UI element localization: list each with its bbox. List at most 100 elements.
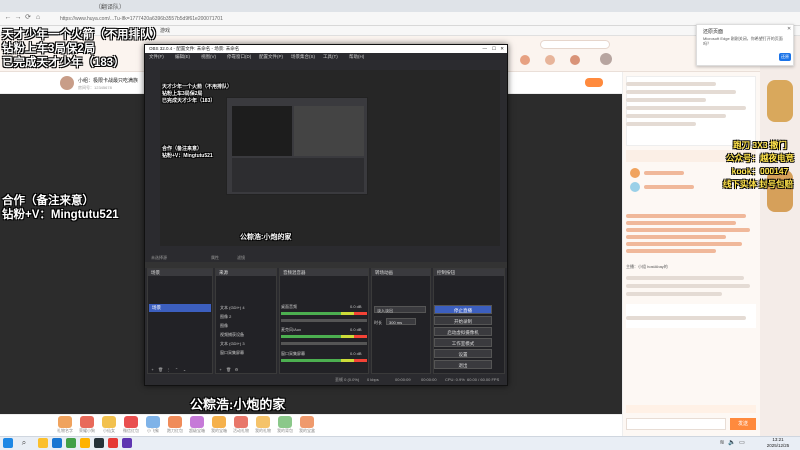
restore-button[interactable]: 还原 xyxy=(779,53,791,61)
add-scene-icon[interactable]: + xyxy=(150,367,155,372)
menu-file[interactable]: 文件(F) xyxy=(149,53,164,61)
gift-icon[interactable] xyxy=(102,416,116,428)
duration-input[interactable]: 300 ms xyxy=(386,318,416,325)
obs-title: OBS 32.0.4 - 配置文件: 未命名 - 场景: 未命名 xyxy=(149,46,240,51)
wechat-icon[interactable] xyxy=(66,438,76,448)
minimize-icon[interactable]: — xyxy=(483,45,488,53)
refresh-icon[interactable]: ⟳ xyxy=(24,14,32,22)
user-avatar[interactable] xyxy=(630,182,640,192)
app-icon[interactable] xyxy=(108,438,118,448)
start-recording-button[interactable]: 开始录制 xyxy=(434,316,492,325)
gift-label: 我的礼物 xyxy=(255,428,271,433)
menu-docks[interactable]: 停靠窗口(D) xyxy=(227,53,251,61)
tab-title[interactable]: （翻译队） xyxy=(95,2,125,11)
menu-tools[interactable]: 工具(T) xyxy=(323,53,338,61)
source-settings-icon[interactable]: ⚙ xyxy=(234,367,239,372)
start-icon[interactable] xyxy=(3,438,13,448)
source-item[interactable]: 图像 2 xyxy=(220,313,274,320)
scene-menu-icon[interactable]: ⋮ xyxy=(166,367,171,372)
gift-icon[interactable] xyxy=(124,416,138,428)
overlay-line-2: 钻粉上车3局保2局 xyxy=(2,43,96,55)
gift-label: 我的背包 xyxy=(277,428,293,433)
streamer-avatar[interactable] xyxy=(60,76,74,90)
gift-icon[interactable] xyxy=(190,416,204,428)
chat-line xyxy=(626,114,726,118)
live-time: 00:00:09 xyxy=(395,377,411,382)
source-item[interactable]: 文本 (GDI+) 3 xyxy=(220,340,274,347)
url-field[interactable]: https://www.huya.com/...Tu-Ifk=1777420a6… xyxy=(60,15,420,23)
volume-slider[interactable] xyxy=(281,319,367,322)
preview-overlay-line-2: 钻粉上车3局保2局 xyxy=(162,91,203,97)
scene-item[interactable]: 场景 xyxy=(149,304,211,312)
preview-overlay-coop-2: 钻粉+V：Mingtutu521 xyxy=(162,153,213,159)
home-icon[interactable]: ⌂ xyxy=(34,14,42,22)
menu-edit[interactable]: 编辑(E) xyxy=(175,53,190,61)
site-search-input[interactable] xyxy=(540,40,610,49)
close-icon[interactable]: ✕ xyxy=(500,45,504,53)
gift-icon[interactable] xyxy=(300,416,314,428)
back-icon[interactable]: ← xyxy=(4,14,12,22)
close-notification-icon[interactable]: ✕ xyxy=(787,26,791,32)
obs-icon[interactable] xyxy=(94,438,104,448)
user-avatar[interactable] xyxy=(600,53,612,65)
room-id: 房间号：12345678 xyxy=(78,85,112,90)
search-icon[interactable]: ⌕ xyxy=(14,438,34,448)
menu-help[interactable]: 帮助(H) xyxy=(349,53,364,61)
battery-icon[interactable]: ▭ xyxy=(738,439,746,447)
gift-label: 小飞象 xyxy=(147,428,159,433)
chat-line xyxy=(626,228,750,232)
menu-scene-collection[interactable]: 场景集合(S) xyxy=(291,53,315,61)
chat-input[interactable] xyxy=(626,418,726,430)
gift-icon[interactable] xyxy=(146,416,160,428)
virtual-camera-button[interactable]: 启动虚拟摄像机 xyxy=(434,327,492,336)
volume-slider[interactable] xyxy=(281,342,367,345)
add-source-icon[interactable]: + xyxy=(218,367,223,372)
menu-profile[interactable]: 配置文件(P) xyxy=(259,53,283,61)
gift-icon[interactable] xyxy=(256,416,270,428)
cartoon-figure-image xyxy=(767,80,793,122)
exit-button[interactable]: 退出 xyxy=(434,360,492,369)
subscribe-button[interactable] xyxy=(585,78,603,87)
controls-title: 控制按钮 xyxy=(434,269,504,276)
source-item[interactable]: 文本 (GDI+) 4 xyxy=(220,304,274,311)
remove-source-icon[interactable]: 🗑 xyxy=(226,367,231,372)
chat-line xyxy=(626,249,716,253)
chat-line xyxy=(626,214,746,218)
gift-icon[interactable] xyxy=(212,416,226,428)
header-icon[interactable] xyxy=(545,55,555,65)
maximize-icon[interactable]: ☐ xyxy=(492,45,496,53)
chat-send-button[interactable]: 发送 xyxy=(730,418,756,430)
taskbar xyxy=(0,436,800,450)
source-item[interactable]: 图像 xyxy=(220,322,274,329)
stop-streaming-button[interactable]: 停止直播 xyxy=(434,305,492,314)
remove-scene-icon[interactable]: 🗑 xyxy=(158,367,163,372)
volume-icon[interactable]: 🔈 xyxy=(728,439,736,447)
mixer-track-db: 0.0 dB xyxy=(350,327,362,332)
source-item[interactable]: 窗口采集屏幕 xyxy=(220,349,274,356)
user-avatar[interactable] xyxy=(630,168,640,178)
header-icon[interactable] xyxy=(570,55,580,65)
gift-icon[interactable] xyxy=(80,416,94,428)
filters-button[interactable]: 滤镜 xyxy=(237,254,245,262)
menu-view[interactable]: 视图(V) xyxy=(201,53,216,61)
header-icon[interactable] xyxy=(520,55,530,65)
taskbar-clock[interactable]: 13:21 2025/12/25 xyxy=(758,437,798,449)
edge-icon[interactable] xyxy=(52,438,62,448)
gift-icon[interactable] xyxy=(58,416,72,428)
forward-icon[interactable]: → xyxy=(14,14,22,22)
studio-mode-button[interactable]: 工作室模式 xyxy=(434,338,492,347)
properties-button[interactable]: 属性 xyxy=(211,254,219,262)
transition-select[interactable]: 淡入淡出 xyxy=(374,306,426,313)
settings-button[interactable]: 设置 xyxy=(434,349,492,358)
gift-icon[interactable] xyxy=(234,416,248,428)
gift-icon[interactable] xyxy=(168,416,182,428)
network-icon[interactable]: ≋ xyxy=(718,439,726,447)
source-item[interactable]: 视频捕获设备 xyxy=(220,331,274,338)
app-icon[interactable] xyxy=(122,438,132,448)
sources-title: 来源 xyxy=(216,269,276,276)
scene-down-icon[interactable]: ⌄ xyxy=(182,367,187,372)
scene-up-icon[interactable]: ⌃ xyxy=(174,367,179,372)
gift-icon[interactable] xyxy=(278,416,292,428)
app-icon[interactable] xyxy=(80,438,90,448)
file-explorer-icon[interactable] xyxy=(38,438,48,448)
